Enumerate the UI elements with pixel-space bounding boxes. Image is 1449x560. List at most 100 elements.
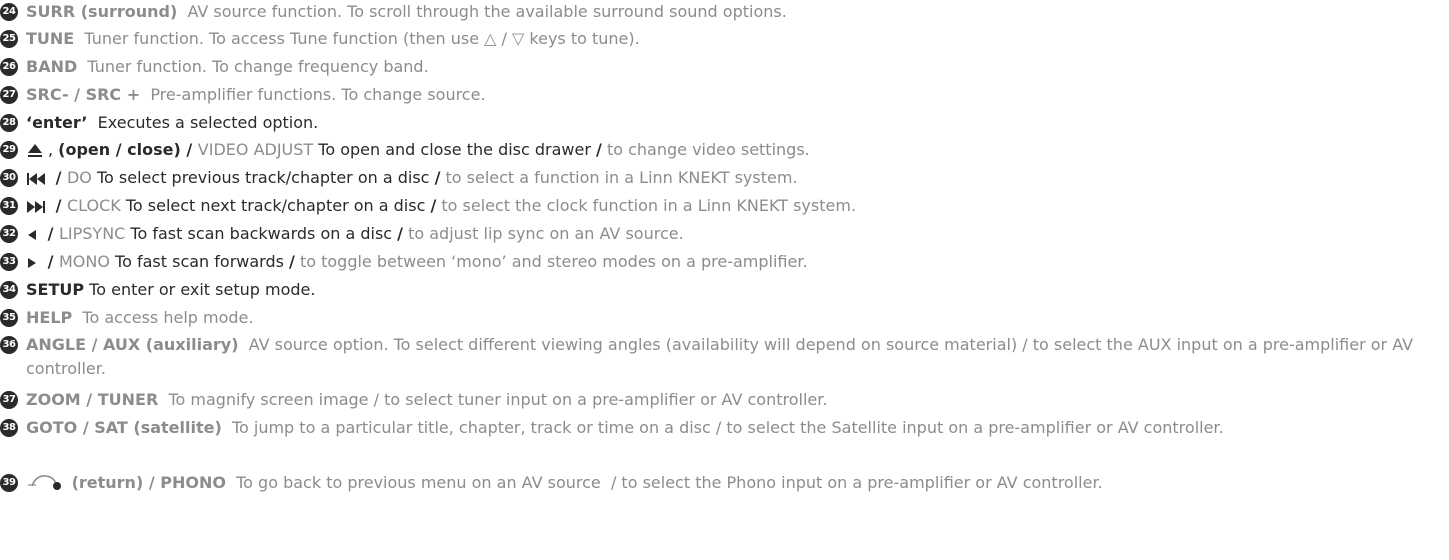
text-segment: MONO <box>58 252 110 271</box>
item-number-badge: 34 <box>0 281 18 299</box>
list-item: 33 / MONO To fast scan forwards / to tog… <box>0 250 1445 277</box>
text-segment: to adjust lip sync on an AV source. <box>403 224 684 243</box>
skip-back-icon <box>26 169 46 193</box>
text-segment: (return) / PHONO <box>66 473 226 492</box>
item-description: / CLOCK To select next track/chapter on … <box>26 194 1445 221</box>
list-item: 27 SRC- / SRC + Pre-amplifier functions. … <box>0 83 1445 107</box>
text-segment: Executes a selected option. <box>87 113 319 132</box>
item-description: SETUP To enter or exit setup mode. <box>26 278 1445 302</box>
text-segment: / <box>42 252 59 271</box>
item-number-badge: 37 <box>0 391 18 409</box>
item-number-badge: 39 <box>0 474 18 492</box>
list-item: 32 / LIPSYNC To fast scan backwards on a… <box>0 222 1445 249</box>
item-description: SURR (surround) AV source function. To s… <box>26 0 1445 24</box>
item-number-badge: 36 <box>0 336 18 354</box>
text-segment: LIPSYNC <box>58 224 126 243</box>
text-segment: / <box>496 29 513 48</box>
item-number-badge: 33 <box>0 253 18 271</box>
list-item: 35 HELP To access help mode. <box>0 306 1445 330</box>
item-description: BAND Tuner function. To change frequency… <box>26 55 1445 79</box>
text-segment: To open and close the disc drawer <box>313 140 597 159</box>
text-segment: to toggle between ‘mono’ and stereo mode… <box>294 252 808 271</box>
item-description: TUNE Tuner function. To access Tune func… <box>26 27 1445 51</box>
skip-forward-icon <box>26 197 46 221</box>
text-segment: To fast scan forwards <box>109 252 290 271</box>
list-item: 26 BAND Tuner function. To change frequen… <box>0 55 1445 79</box>
text-segment: ZOOM / TUNER <box>26 390 159 409</box>
text-segment: VIDEO ADJUST <box>197 140 314 159</box>
remote-button-list: 24 SURR (surround) AV source function. To… <box>0 0 1449 560</box>
list-item: 36 ANGLE / AUX (auxiliary) AV source opti… <box>0 333 1445 381</box>
text-segment: To select previous track/chapter on a di… <box>91 168 435 187</box>
list-item: 28 ‘enter’ Executes a selected option. <box>0 111 1445 135</box>
list-item: 37 ZOOM / TUNER To magnify screen image /… <box>0 388 1445 412</box>
text-segment: HELP <box>26 308 73 327</box>
return-icon <box>26 473 62 498</box>
text-segment: To go back to previous menu on an AV sou… <box>225 473 1103 492</box>
item-number-badge: 30 <box>0 169 18 187</box>
scan-back-icon <box>26 225 38 249</box>
item-description: GOTO / SAT (satellite) To jump to a part… <box>26 416 1445 440</box>
text-segment: ▽ <box>512 29 525 48</box>
scan-forward-icon <box>26 253 38 277</box>
text-segment: SRC- / SRC + <box>26 85 141 104</box>
item-description: SRC- / SRC + Pre-amplifier functions. To… <box>26 83 1445 107</box>
item-number-badge: 24 <box>0 3 18 21</box>
text-segment: To access help mode. <box>72 308 254 327</box>
item-number-badge: 28 <box>0 114 18 132</box>
text-segment: Tuner function. To access Tune function … <box>74 29 485 48</box>
item-number-badge: 27 <box>0 86 18 104</box>
text-segment: , <box>48 140 59 159</box>
text-segment: (open / close) / <box>58 140 198 159</box>
list-item: 34 SETUP To enter or exit setup mode. <box>0 278 1445 302</box>
list-item: 39 (return) / PHONO To go back to previo… <box>0 471 1445 498</box>
text-segment: keys to tune). <box>524 29 640 48</box>
text-segment: △ <box>484 29 497 48</box>
item-description: ANGLE / AUX (auxiliary) AV source option… <box>26 333 1445 381</box>
item-description: / DO To select previous track/chapter on… <box>26 166 1445 193</box>
item-number-badge: 29 <box>0 141 18 159</box>
list-item: 30 / DO To select previous track/chapter… <box>0 166 1445 193</box>
eject-icon <box>26 141 44 165</box>
text-segment: to select the clock function in a Linn K… <box>436 196 857 215</box>
text-segment: To select next track/chapter on a disc <box>120 196 431 215</box>
item-description: , (open / close) / VIDEO ADJUST To open … <box>26 138 1445 165</box>
item-number-badge: 31 <box>0 197 18 215</box>
text-segment: ANGLE / AUX (auxiliary) <box>26 335 239 354</box>
list-item: 31 / CLOCK To select next track/chapter … <box>0 194 1445 221</box>
item-description: HELP To access help mode. <box>26 306 1445 330</box>
item-number-badge: 32 <box>0 225 18 243</box>
list-item: 38 GOTO / SAT (satellite) To jump to a pa… <box>0 416 1445 440</box>
text-segment: Pre-amplifier functions. To change sourc… <box>140 85 486 104</box>
list-item: 29, (open / close) / VIDEO ADJUST To ope… <box>0 138 1445 165</box>
text-segment: Tuner function. To change frequency band… <box>77 57 429 76</box>
item-description: ZOOM / TUNER To magnify screen image / t… <box>26 388 1445 412</box>
item-description: / LIPSYNC To fast scan backwards on a di… <box>26 222 1445 249</box>
item-number-badge: 26 <box>0 58 18 76</box>
text-segment: / <box>42 224 59 243</box>
text-segment: SETUP <box>26 280 85 299</box>
text-segment: SURR (surround) <box>26 2 178 21</box>
item-description: / MONO To fast scan forwards / to toggle… <box>26 250 1445 277</box>
text-segment: CLOCK <box>66 196 121 215</box>
text-segment: / <box>50 196 67 215</box>
item-number-badge: 35 <box>0 309 18 327</box>
text-segment: / <box>50 168 67 187</box>
item-description: ‘enter’ Executes a selected option. <box>26 111 1445 135</box>
item-number-badge: 25 <box>0 30 18 48</box>
list-item: 25 TUNE Tuner function. To access Tune fu… <box>0 27 1445 51</box>
item-description: (return) / PHONO To go back to previous … <box>26 471 1445 498</box>
text-segment: To jump to a particular title, chapter, … <box>221 418 1224 437</box>
text-segment: BAND <box>26 57 78 76</box>
text-segment: GOTO / SAT (satellite) <box>26 418 222 437</box>
text-segment: To magnify screen image / to select tune… <box>158 390 828 409</box>
text-segment: TUNE <box>26 29 75 48</box>
text-segment: to select a function in a Linn KNEKT sys… <box>440 168 798 187</box>
text-segment: to change video settings. <box>601 140 810 159</box>
text-segment: DO <box>66 168 92 187</box>
text-segment: ‘enter’ <box>26 113 88 132</box>
text-segment: To enter or exit setup mode. <box>84 280 316 299</box>
item-number-badge: 38 <box>0 419 18 437</box>
text-segment: AV source function. To scroll through th… <box>177 2 787 21</box>
text-segment: To fast scan backwards on a disc <box>125 224 398 243</box>
